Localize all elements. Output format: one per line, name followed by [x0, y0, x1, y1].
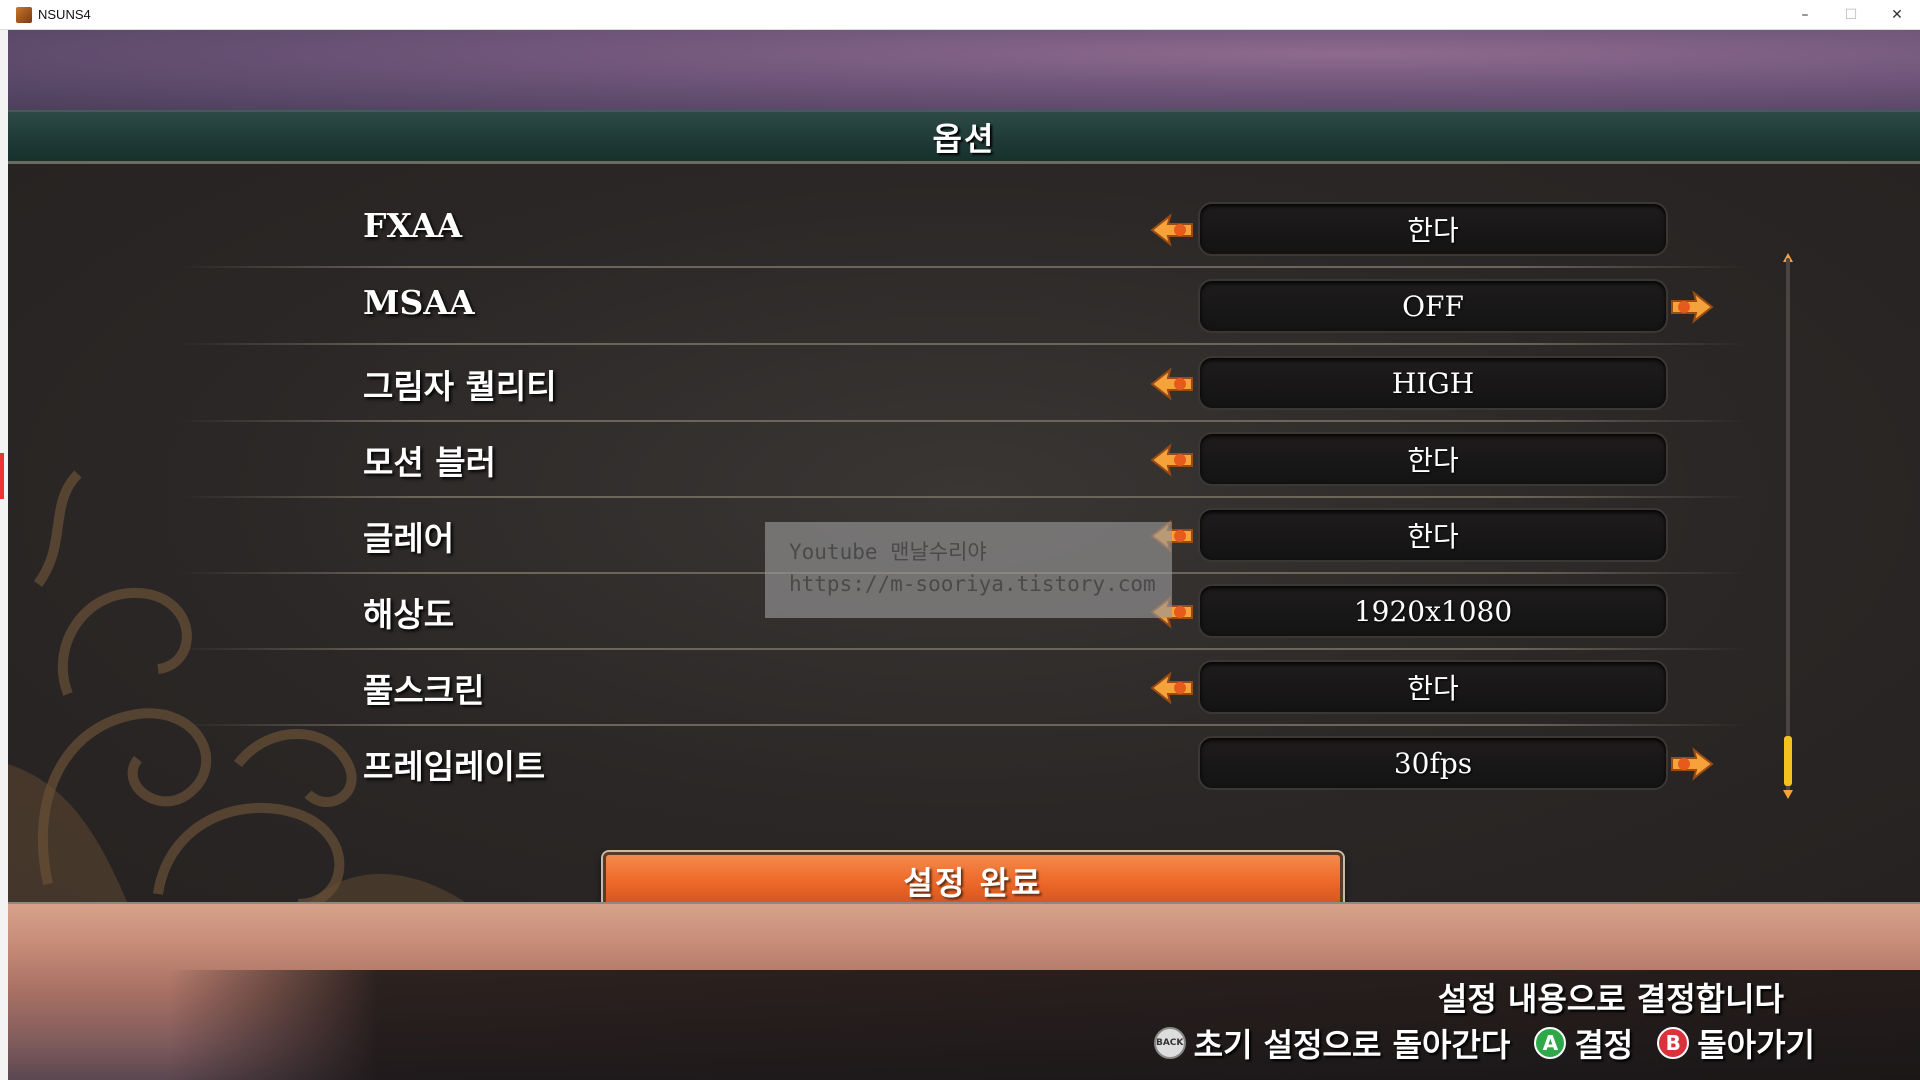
option-row-fxaa[interactable]: FXAA 한다	[178, 192, 1748, 268]
option-value-box: OFF	[1198, 279, 1668, 333]
option-value-box: 한다	[1198, 432, 1668, 486]
option-value: 한다	[1407, 672, 1459, 705]
help-description: 설정 내용으로 결정합니다	[1437, 980, 1784, 1018]
b-button-icon: B	[1657, 1027, 1690, 1059]
arrow-right-icon[interactable]	[1668, 289, 1716, 325]
option-value-box: 30fps	[1198, 736, 1668, 790]
option-value: 한다	[1407, 444, 1459, 477]
option-value: OFF	[1402, 289, 1464, 323]
scroll-thumb[interactable]	[1784, 736, 1792, 786]
option-row-msaa[interactable]: MSAA OFF	[178, 269, 1748, 345]
options-scrollbar[interactable]	[1781, 252, 1795, 800]
option-row-shadow-quality[interactable]: 그림자 퀄리티 HIGH	[178, 346, 1748, 422]
option-label: 풀스크린	[363, 671, 485, 710]
maximize-button[interactable]: ☐	[1828, 0, 1874, 30]
option-value-box: 1920x1080	[1198, 584, 1668, 638]
close-button[interactable]: ✕	[1874, 0, 1920, 30]
option-row-motion-blur[interactable]: 모션 블러 한다	[178, 422, 1748, 498]
option-label: 프레임레이트	[363, 747, 546, 786]
window-titlebar: NSUNS4 – ☐ ✕	[0, 0, 1920, 30]
option-value-box: 한다	[1198, 202, 1668, 256]
option-value: 한다	[1407, 214, 1459, 247]
control-hints: BACK 초기 설정으로 돌아간다 A 결정 B 돌아가기	[1140, 1020, 1815, 1066]
arrow-left-icon[interactable]	[1148, 212, 1196, 248]
arrow-left-icon[interactable]	[1148, 442, 1196, 478]
option-value-box: 한다	[1198, 660, 1668, 714]
arrow-right-icon[interactable]	[1668, 746, 1716, 782]
scroll-down-icon[interactable]	[1781, 786, 1795, 800]
hint-confirm[interactable]: A 결정	[1534, 1020, 1633, 1066]
row-divider	[178, 343, 1748, 345]
game-screen: 옵션 FXAA 한다 MSAA OFF 그림자 퀄리티 HIGH 모션 블러 한…	[8, 30, 1920, 1080]
option-label: MSAA	[363, 283, 475, 322]
row-divider	[178, 266, 1748, 268]
scroll-track[interactable]	[1786, 258, 1790, 794]
hint-reset[interactable]: BACK 초기 설정으로 돌아간다	[1153, 1020, 1511, 1066]
option-label: 모션 블러	[363, 443, 496, 482]
page-title: 옵션	[932, 119, 996, 158]
minimize-button[interactable]: –	[1782, 0, 1828, 30]
watermark-line-1: Youtube 맨날수리야	[789, 540, 987, 564]
watermark-overlay: Youtube 맨날수리야 https://m-sooriya.tistory.…	[765, 522, 1172, 618]
settings-complete-label: 설정 완료	[903, 864, 1043, 902]
option-row-fullscreen[interactable]: 풀스크린 한다	[178, 650, 1748, 726]
arrow-left-icon[interactable]	[1148, 670, 1196, 706]
option-label: 해상도	[363, 595, 455, 634]
back-button-icon: BACK	[1153, 1027, 1186, 1059]
hint-back-label: 돌아가기	[1697, 1026, 1815, 1064]
option-value-box: HIGH	[1198, 356, 1668, 410]
hint-reset-label: 초기 설정으로 돌아간다	[1193, 1026, 1511, 1064]
hint-confirm-label: 결정	[1574, 1026, 1634, 1064]
option-label: 글레어	[363, 519, 455, 558]
window-title: NSUNS4	[38, 7, 91, 22]
option-row-framerate[interactable]: 프레임레이트 30fps	[178, 726, 1748, 802]
option-value-box: 한다	[1198, 508, 1668, 562]
app-icon	[16, 6, 32, 23]
watermark-line-2: https://m-sooriya.tistory.com	[789, 572, 1156, 596]
option-value: 30fps	[1393, 746, 1473, 780]
options-header: 옵션	[8, 110, 1920, 164]
option-label: FXAA	[363, 206, 463, 245]
option-label: 그림자 퀄리티	[363, 367, 557, 406]
hint-back[interactable]: B 돌아가기	[1657, 1020, 1815, 1066]
a-button-icon: A	[1534, 1027, 1567, 1059]
option-value: 한다	[1407, 520, 1459, 553]
option-value: HIGH	[1391, 366, 1475, 400]
sky-background	[8, 30, 1920, 110]
red-marker	[0, 453, 4, 499]
left-edge-strip	[0, 30, 8, 1080]
option-value: 1920x1080	[1353, 594, 1513, 628]
arrow-left-icon[interactable]	[1148, 366, 1196, 402]
window-controls: – ☐ ✕	[1782, 0, 1920, 30]
